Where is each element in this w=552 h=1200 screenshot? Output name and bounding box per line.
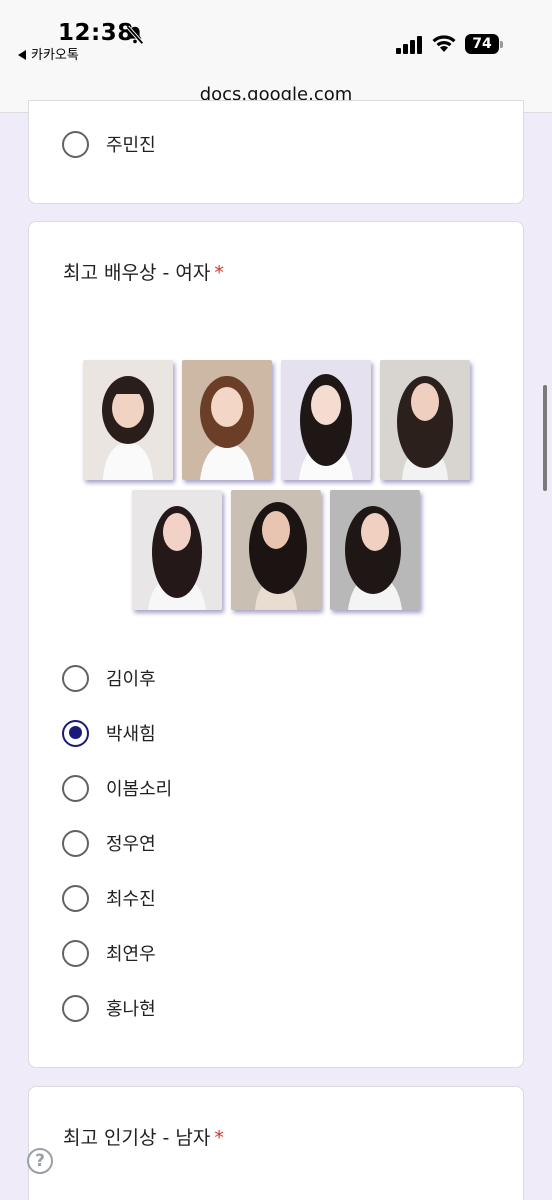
option-row[interactable]: 이봄소리 (62, 773, 172, 803)
candidate-photo (83, 360, 173, 480)
option-label: 이봄소리 (106, 779, 173, 800)
radio-button[interactable] (62, 664, 89, 692)
wifi-icon (432, 35, 456, 52)
bell-slash-icon (126, 25, 144, 45)
option-label: 박새힘 (106, 724, 156, 745)
back-app-label: 카카오톡 (31, 48, 79, 63)
battery-level: 74 (465, 34, 499, 54)
option-row[interactable]: 홍나현 (62, 993, 156, 1023)
cellular-signal-icon (396, 36, 422, 54)
required-asterisk: * (214, 1127, 224, 1149)
option-label: 정우연 (106, 834, 156, 855)
question-card-best-actress: 최고 배우상 - 여자 * 김이후 박새힘 이봄소리 정우연 최수진 최연우 홍… (28, 221, 524, 1068)
status-time: 12:38 (58, 20, 134, 46)
option-label: 최연우 (106, 944, 156, 965)
radio-button[interactable] (62, 130, 89, 158)
option-row[interactable]: 주민진 (62, 129, 156, 159)
question-title-text: 최고 인기상 - 남자 (63, 1127, 211, 1149)
scrollbar-thumb[interactable] (543, 385, 547, 491)
candidate-photo (182, 360, 272, 480)
option-row[interactable]: 최수진 (62, 883, 156, 913)
question-card-previous: 주민진 (28, 100, 524, 204)
required-asterisk: * (214, 262, 224, 284)
question-title-text: 최고 배우상 - 여자 (63, 262, 211, 284)
question-card-popular-male: 최고 인기상 - 남자 * (28, 1086, 524, 1200)
option-row[interactable]: 최연우 (62, 938, 156, 968)
candidate-photo (281, 360, 371, 480)
option-label: 김이후 (106, 669, 156, 690)
candidate-photo (132, 490, 222, 610)
candidate-photo (330, 490, 420, 610)
radio-button[interactable] (62, 884, 89, 912)
option-row-selected[interactable]: 박새힘 (62, 718, 156, 748)
radio-button[interactable] (62, 774, 89, 802)
radio-button[interactable] (62, 829, 89, 857)
back-arrow-icon (18, 50, 26, 60)
option-label: 홍나현 (106, 999, 156, 1020)
candidate-photo (380, 360, 470, 480)
option-row[interactable]: 정우연 (62, 828, 156, 858)
question-title: 최고 배우상 - 여자 * (63, 258, 224, 285)
option-label: 주민진 (106, 135, 156, 156)
option-label: 최수진 (106, 889, 156, 910)
radio-button-checked[interactable] (62, 719, 89, 747)
help-icon[interactable]: ? (27, 1148, 53, 1174)
radio-button[interactable] (62, 994, 89, 1022)
candidate-photo (231, 490, 321, 610)
question-title: 최고 인기상 - 남자 * (63, 1123, 224, 1150)
battery-icon: 74 (465, 34, 503, 54)
radio-button[interactable] (62, 939, 89, 967)
back-to-app-link[interactable]: 카카오톡 (18, 44, 79, 63)
option-row[interactable]: 김이후 (62, 663, 156, 693)
browser-top-bar: 12:38 카카오톡 74 docs.google.com (0, 0, 552, 113)
